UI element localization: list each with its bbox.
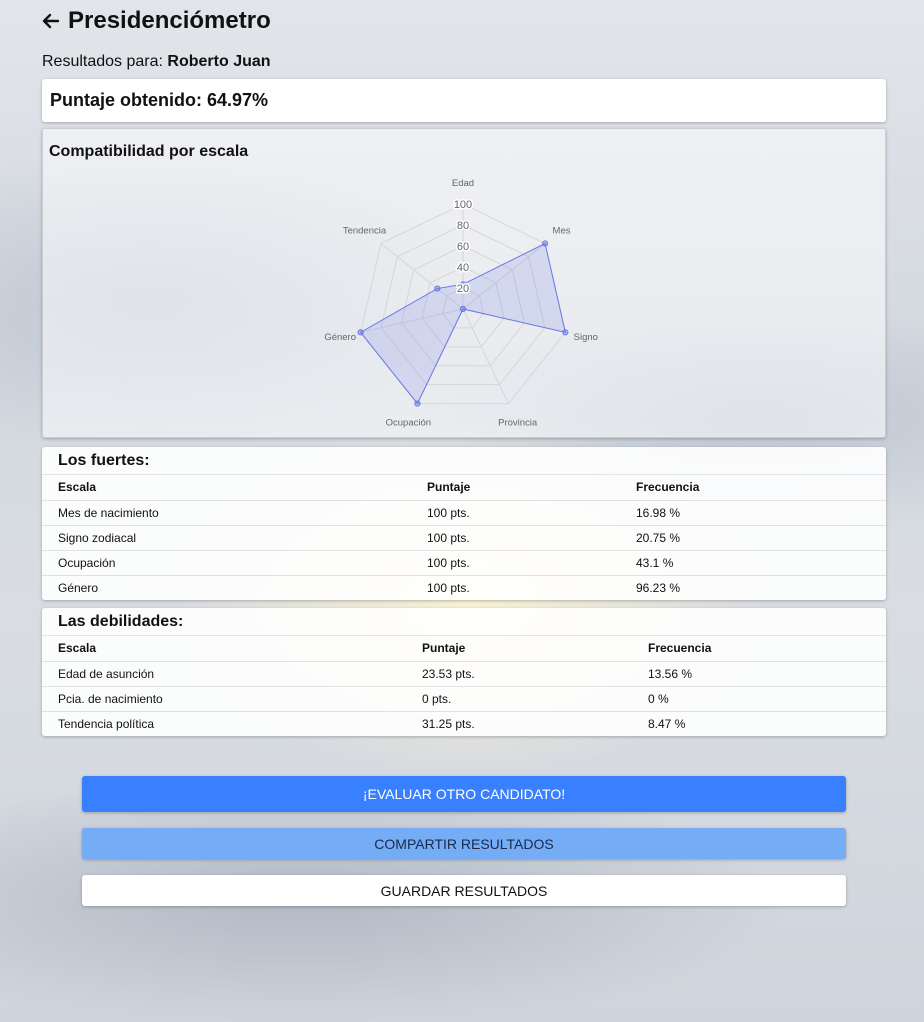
strengths-card: Los fuertes: Escala Puntaje Frecuencia M… [42,447,886,600]
column-header: Puntaje [411,475,620,501]
radar-axis-label: Mes [553,225,571,236]
table-cell: Género [58,580,99,595]
strengths-title: Los fuertes: [42,447,886,475]
radar-point [434,285,441,292]
radar-axis-label: Edad [452,178,474,189]
table-cell: 0 % [632,686,886,712]
radar-chart: 20 40 60 80 100 Edad Mes Signo Provincia Ocupació… [324,178,598,429]
arrow-left-icon[interactable] [42,12,60,30]
table-cell: Mes de nacimiento [42,500,411,526]
radar-tick-label: 100 [454,199,472,211]
weaknesses-title: Las debilidades: [42,608,886,636]
results-for: Resultados para: Roberto Juan [42,53,271,71]
radar-tick-label: 60 [457,241,469,253]
column-header: Frecuencia [620,475,886,501]
table-cell: Tendencia política [58,716,155,731]
table-row: Ocupación 100 pts. 43.1 % [42,550,886,576]
table-cell: 13.56 % [632,661,886,687]
table-header-row: Escala Puntaje Frecuencia [42,475,886,501]
column-header: Escala [42,636,406,662]
table-row: Pcia. de nacimiento 0 pts. 0 % [42,686,886,712]
radar-point [562,329,569,336]
radar-axis-label: Tendencia [343,225,387,236]
table-row: Tendencia política 31.25 pts. 8.47 % [42,711,886,736]
radar-point [459,305,467,313]
page-title: Presidenciómetro [68,7,271,34]
table-row: Signo zodiacal 100 pts. 20.75 % [42,525,886,551]
table-cell: Ocupación [42,550,411,576]
radar-axis-label: Ocupación [386,418,431,429]
radar-axis-label: Provincia [498,418,538,429]
column-header: Escala [42,475,411,501]
table-cell: 100 pts. [427,580,470,595]
table-cell: 100 pts. [411,500,620,526]
table-cell: 31.25 pts. [422,716,475,731]
score-card: Puntaje obtenido: 64.97% [42,79,886,122]
column-header: Puntaje [406,636,632,662]
radar-spoke [462,308,510,404]
radar-tick-label: 40 [457,262,469,274]
radar-axis-label: Género [324,332,356,343]
share-results-button[interactable]: COMPARTIR RESULTADOS [82,828,846,859]
radar-point [357,329,364,336]
app-header: Presidenciómetro [42,6,271,36]
table-cell: 20.75 % [620,525,886,551]
table-cell: 100 pts. [411,525,620,551]
candidate-name: Roberto Juan [167,53,271,70]
evaluate-another-button[interactable]: ¡EVALUAR OTRO CANDIDATO! [82,776,846,812]
table-cell: Pcia. de nacimiento [42,686,406,712]
table-cell: 0 pts. [406,686,632,712]
column-header: Frecuencia [632,636,886,662]
radar-point [541,240,549,247]
weaknesses-card: Las debilidades: Escala Puntaje Frecuenc… [42,608,886,736]
score-text: Puntaje obtenido: 64.97% [50,90,269,110]
radar-tick-label: 80 [457,220,469,232]
table-row: Edad de asunción 23.53 pts. 13.56 % [42,661,886,687]
save-results-button[interactable]: GUARDAR RESULTADOS [82,875,846,906]
table-cell: 16.98 % [620,500,886,526]
table-row: Mes de nacimiento 100 pts. 16.98 % [42,500,886,526]
radar-tick-label: 20 [457,283,469,295]
table-header-row: Escala Puntaje Frecuencia [42,636,886,662]
radar-point [414,400,421,407]
table-cell: 96.23 % [636,580,681,595]
table-cell: 43.1 % [620,550,886,576]
table-cell: Edad de asunción [42,661,406,687]
table-cell: 23.53 pts. [406,661,632,687]
table-cell: Signo zodiacal [42,525,411,551]
strengths-table: Escala Puntaje Frecuencia Mes de nacimie… [42,475,886,600]
radar-axis-label: Signo [574,332,598,343]
table-cell: 8.47 % [648,716,686,731]
weaknesses-table: Escala Puntaje Frecuencia Edad de asunci… [42,636,886,736]
chart-card: Compatibilidad por escala 20 40 60 80 100 Eda… [42,128,886,438]
table-row: Género 100 pts. 96.23 % [42,575,886,600]
results-label: Resultados para: [42,53,163,70]
table-cell: 100 pts. [411,550,620,576]
